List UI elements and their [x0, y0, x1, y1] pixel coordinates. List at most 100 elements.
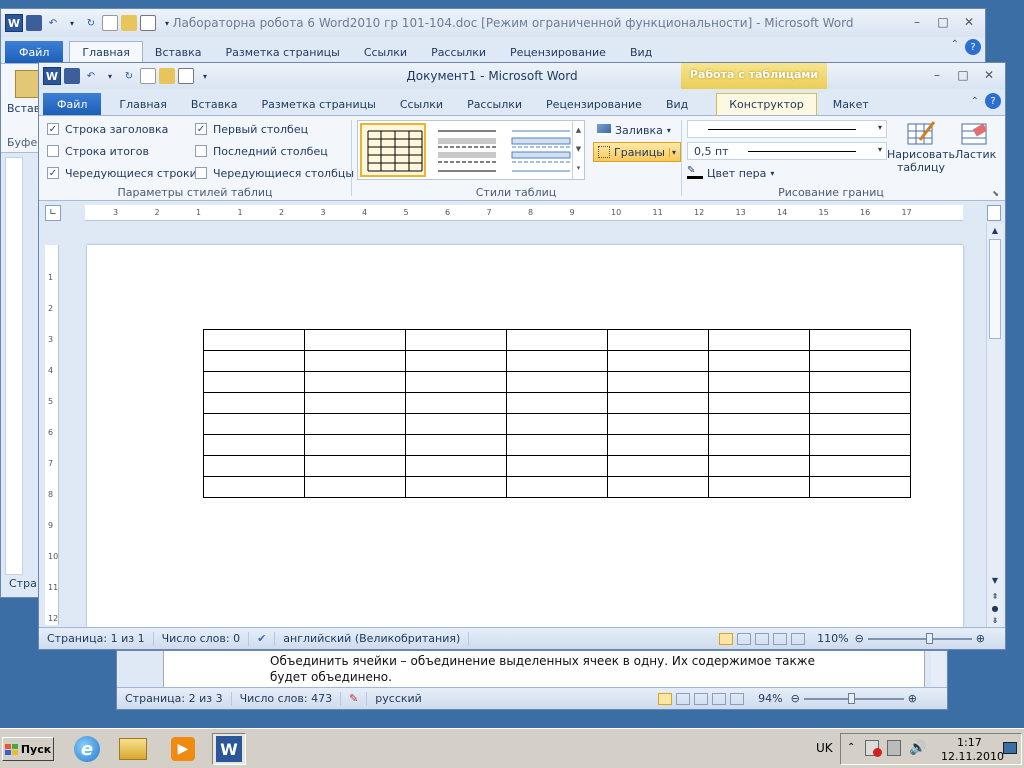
- header-row-check-box[interactable]: ✓: [47, 123, 59, 135]
- open-folder-icon[interactable]: [159, 68, 175, 84]
- tab-view[interactable]: Вид: [654, 93, 700, 115]
- tab-home[interactable]: Главная: [69, 41, 143, 63]
- close-button[interactable]: ✕: [957, 13, 981, 31]
- zoom-in-icon[interactable]: ⊕: [976, 632, 985, 645]
- clock-time[interactable]: 1:17: [957, 736, 982, 749]
- table-cell[interactable]: [405, 434, 507, 456]
- table-cell[interactable]: [506, 350, 608, 372]
- keyboard-language[interactable]: UK: [816, 741, 833, 755]
- header-row-checkbox[interactable]: ✓ Строка заголовка: [47, 118, 197, 140]
- table-cell[interactable]: [809, 413, 911, 435]
- table-cell[interactable]: [607, 392, 709, 414]
- table-cell[interactable]: [203, 455, 305, 477]
- ruler-view-icon[interactable]: [987, 205, 1001, 221]
- ribbon-collapse-icon[interactable]: ⌃: [951, 39, 959, 55]
- table-cell[interactable]: [708, 413, 810, 435]
- status-words[interactable]: Число слов: 0: [154, 631, 250, 646]
- table-cell[interactable]: [203, 476, 305, 498]
- table-row[interactable]: [203, 350, 911, 372]
- table-cell[interactable]: [708, 434, 810, 456]
- view-buttons[interactable]: [719, 632, 806, 645]
- status-lang[interactable]: английский (Великобритания): [275, 631, 470, 646]
- draft-icon[interactable]: [791, 632, 806, 645]
- show-hidden-icons[interactable]: ⌃: [847, 742, 855, 753]
- total-row-check-box[interactable]: [47, 145, 59, 157]
- table-cell[interactable]: [708, 350, 810, 372]
- help-icon[interactable]: ?: [985, 93, 1001, 109]
- tab-home[interactable]: Главная: [107, 93, 179, 115]
- banded-columns-checkbox[interactable]: Чередующиеся столбцы: [195, 162, 354, 184]
- zoom-out-icon[interactable]: ⊖: [855, 632, 864, 645]
- paste-label[interactable]: Встав: [7, 102, 40, 115]
- table-cell[interactable]: [304, 476, 406, 498]
- tab-layout[interactable]: Макет: [821, 93, 881, 115]
- table-cell[interactable]: [607, 476, 709, 498]
- table-cell[interactable]: [607, 350, 709, 372]
- paste-icon[interactable]: [15, 70, 39, 98]
- pen-color-button[interactable]: ✎ Цвет пера ▾: [687, 164, 774, 182]
- tab-insert[interactable]: Вставка: [179, 93, 250, 115]
- help-icon[interactable]: ?: [965, 39, 981, 55]
- table-cell[interactable]: [809, 350, 911, 372]
- customize-qat-icon[interactable]: ▾: [159, 15, 175, 31]
- network-icon[interactable]: [887, 740, 901, 756]
- table-cell[interactable]: [203, 350, 305, 372]
- prev-page-icon[interactable]: ⇞: [987, 592, 1003, 601]
- table-cell[interactable]: [304, 371, 406, 393]
- table-cell[interactable]: [607, 413, 709, 435]
- scroll-down-icon[interactable]: ▼: [987, 576, 1003, 585]
- table-row[interactable]: [203, 329, 911, 351]
- minimize-button[interactable]: –: [905, 13, 929, 31]
- web-layout-icon[interactable]: [755, 632, 770, 645]
- internet-explorer-icon[interactable]: e: [70, 733, 104, 765]
- word-taskbar-icon[interactable]: W: [212, 733, 246, 765]
- outline-icon[interactable]: [773, 632, 788, 645]
- undo-icon[interactable]: ↶: [83, 68, 99, 84]
- tab-mailings[interactable]: Рассылки: [419, 41, 498, 63]
- table-cell[interactable]: [809, 371, 911, 393]
- spellcheck-icon[interactable]: ✔: [249, 631, 276, 646]
- table-cell[interactable]: [304, 392, 406, 414]
- table-cell[interactable]: [405, 350, 507, 372]
- redo-icon[interactable]: ↻: [121, 68, 137, 84]
- vertical-ruler[interactable]: 1 2 3 4 5 6 7 8 9 10 11 12: [45, 245, 59, 625]
- table-styles-gallery[interactable]: ▲ ▼ ▾: [357, 120, 585, 180]
- table-cell[interactable]: [708, 455, 810, 477]
- scroll-up-icon[interactable]: ▲: [987, 223, 1003, 239]
- redo-icon[interactable]: ↻: [83, 15, 99, 31]
- table-row[interactable]: [203, 455, 911, 477]
- file-explorer-icon[interactable]: [116, 733, 150, 765]
- back-zoom-in-icon[interactable]: ⊕: [908, 692, 917, 705]
- vertical-scrollbar[interactable]: ▲ ▼ ⇞ ● ⇟: [986, 223, 1003, 627]
- back-spellcheck-icon[interactable]: ✎: [341, 691, 368, 706]
- show-desktop-icon[interactable]: [1003, 742, 1017, 754]
- table-cell[interactable]: [405, 413, 507, 435]
- table-cell[interactable]: [203, 329, 305, 351]
- zoom-slider-thumb[interactable]: [925, 632, 933, 644]
- customize-qat-icon[interactable]: ▾: [197, 68, 213, 84]
- back-status-lang[interactable]: русский: [367, 692, 430, 706]
- table-style-thumb-blue[interactable]: [508, 125, 574, 179]
- ribbon-collapse-icon[interactable]: ⌃: [971, 96, 979, 107]
- tab-mailings[interactable]: Рассылки: [455, 93, 534, 115]
- save-icon[interactable]: [26, 15, 42, 31]
- first-column-check-box[interactable]: ✓: [195, 123, 207, 135]
- tab-page-layout[interactable]: Разметка страницы: [250, 93, 388, 115]
- back-view-buttons[interactable]: [658, 692, 745, 705]
- pen-style-dropdown[interactable]: ▾: [687, 120, 887, 138]
- table-cell[interactable]: [506, 476, 608, 498]
- tab-file[interactable]: Файл: [5, 41, 64, 63]
- table-cell[interactable]: [506, 434, 608, 456]
- tab-review[interactable]: Рецензирование: [498, 41, 618, 63]
- table-row[interactable]: [203, 476, 911, 498]
- scroll-thumb[interactable]: [989, 239, 1001, 339]
- print-preview-icon[interactable]: [140, 15, 156, 31]
- next-page-icon[interactable]: ⇟: [987, 616, 1003, 625]
- table-cell[interactable]: [405, 329, 507, 351]
- pen-weight-dropdown[interactable]: 0,5 пт ▾: [687, 142, 887, 160]
- table-cell[interactable]: [304, 455, 406, 477]
- maximize-button[interactable]: □: [951, 66, 975, 84]
- start-button[interactable]: Пуск: [2, 737, 54, 761]
- table-cell[interactable]: [809, 329, 911, 351]
- dropdown-icon[interactable]: ▾: [64, 15, 80, 31]
